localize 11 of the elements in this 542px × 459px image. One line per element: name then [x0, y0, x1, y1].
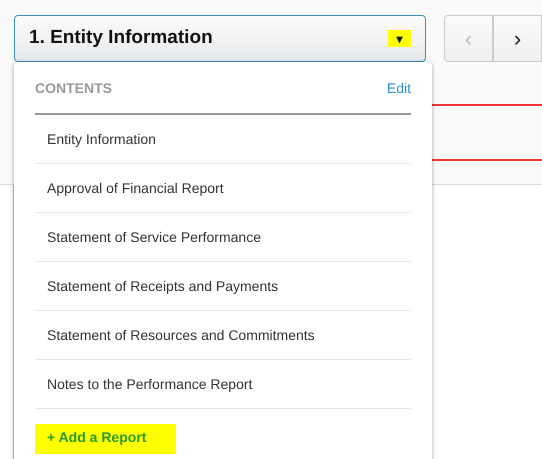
menu-item[interactable]: Approval of Financial Report	[35, 164, 411, 213]
menu-item[interactable]: Notes to the Performance Report	[35, 360, 411, 409]
next-button[interactable]: ›	[493, 15, 542, 62]
caret-icon: ▾	[388, 30, 411, 47]
edit-link[interactable]: Edit	[386, 78, 411, 99]
menu-item[interactable]: Entity Information	[35, 115, 411, 164]
menu-heading: CONTENTS	[35, 79, 112, 98]
menu-item[interactable]: Statement of Service Performance	[35, 213, 411, 262]
menu-item[interactable]: Statement of Resources and Commitments	[35, 311, 411, 360]
section-dropdown[interactable]: 1. Entity Information ▾	[14, 15, 426, 62]
menu-item[interactable]: Statement of Receipts and Payments	[35, 262, 411, 311]
